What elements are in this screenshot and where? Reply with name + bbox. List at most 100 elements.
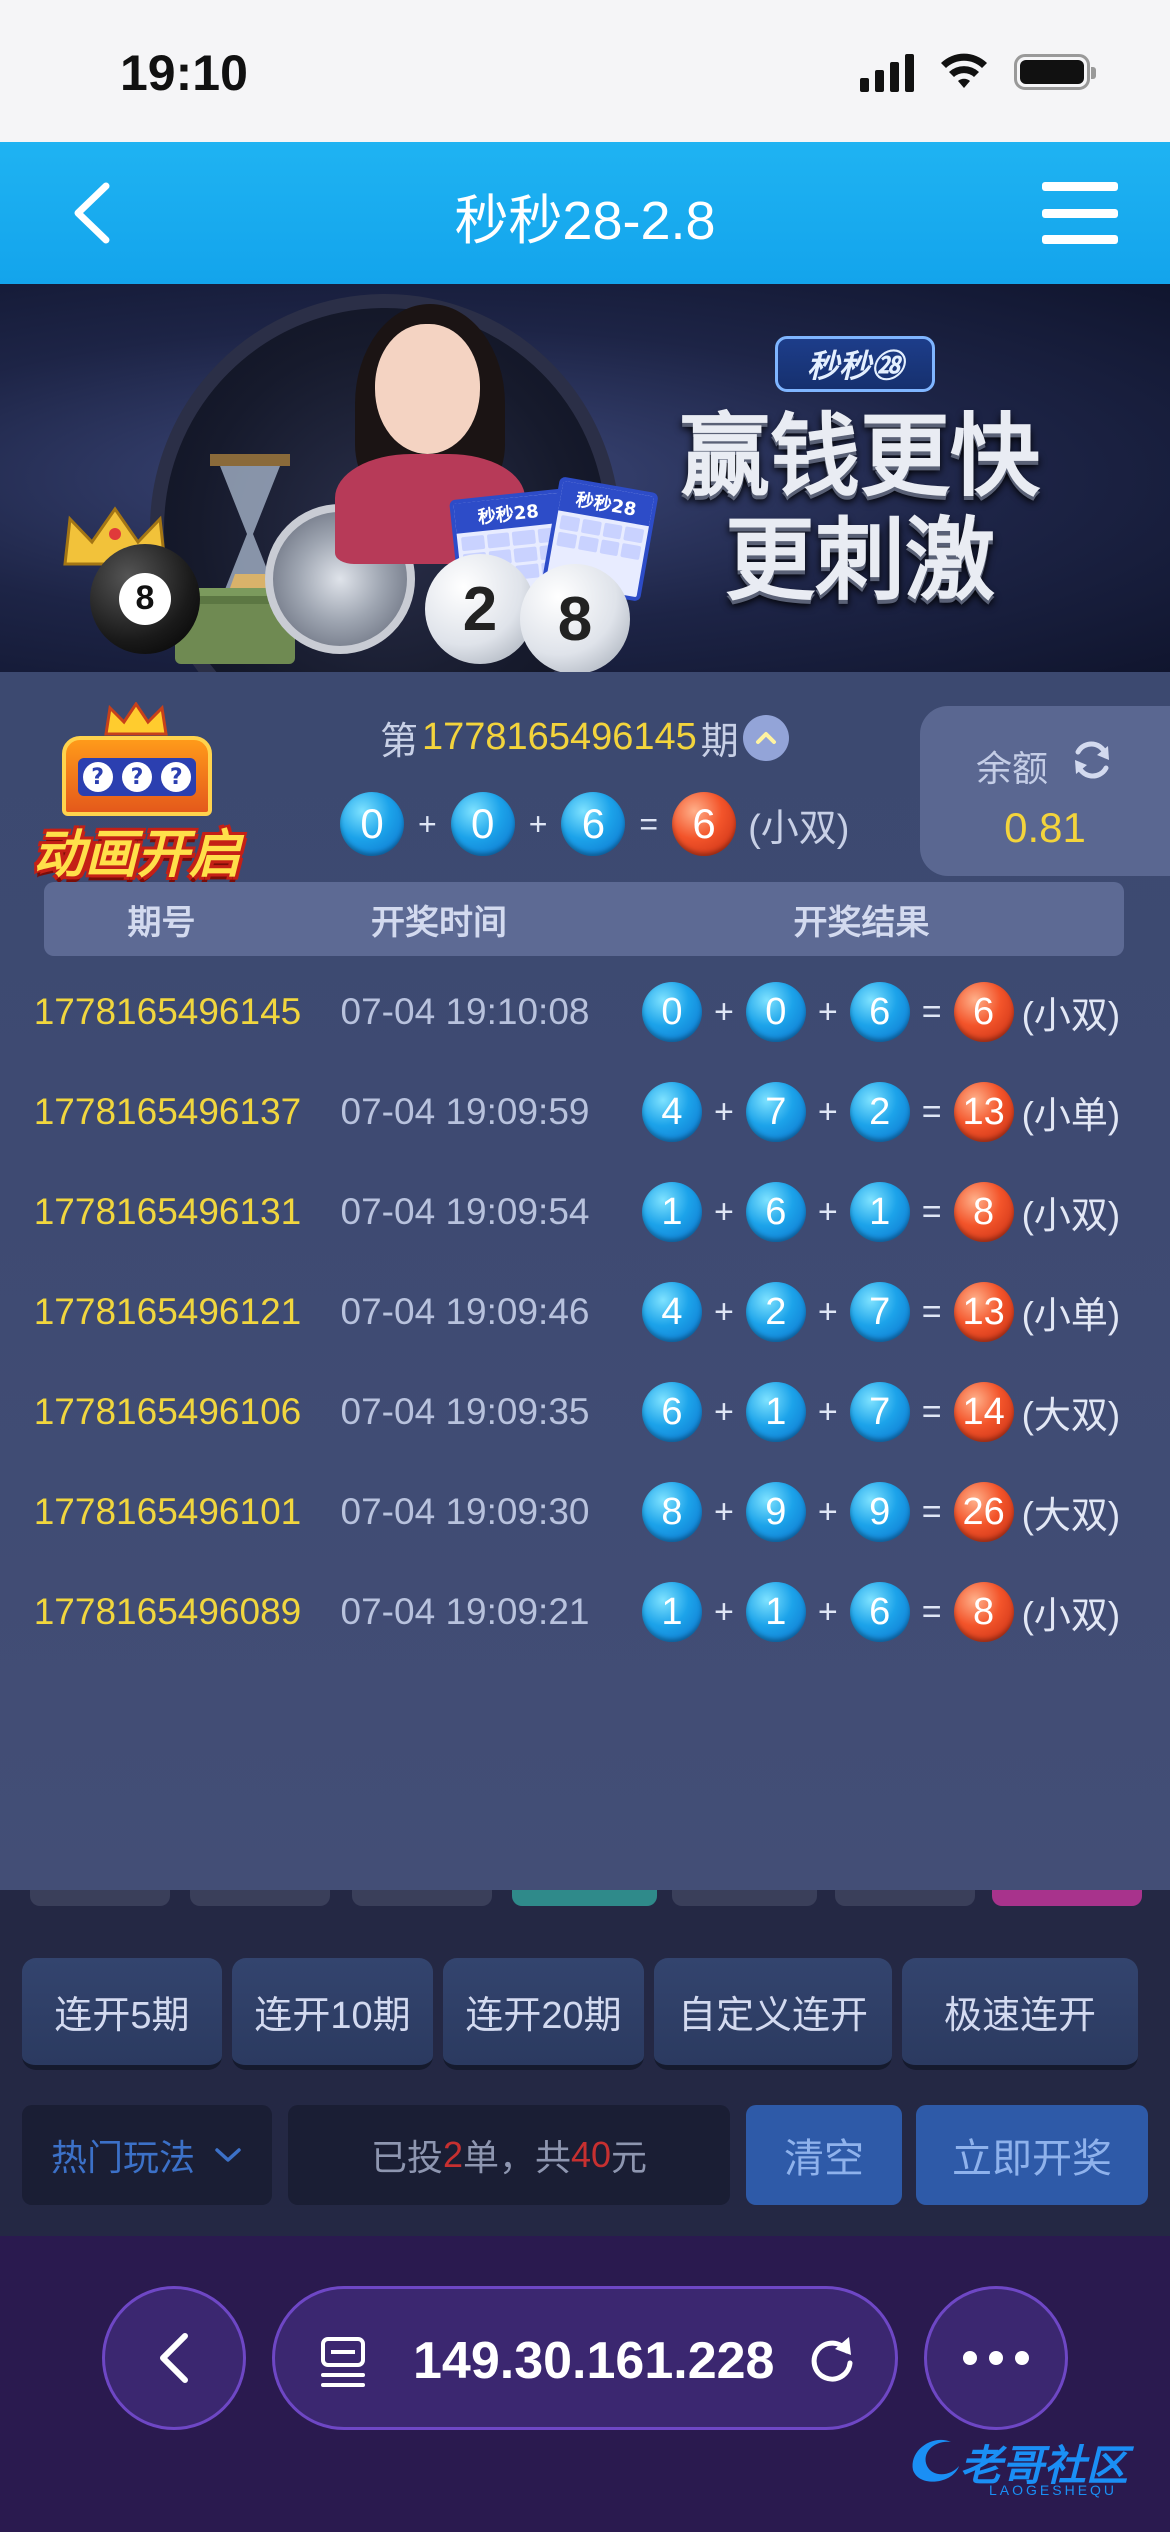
bet-controls: 连开5期 连开10期 连开20期 自定义连开 极速连开 热门玩法 已投 2 单，共 4… bbox=[0, 1890, 1170, 2236]
back-chevron-icon bbox=[160, 2333, 188, 2383]
result-ball: 8 bbox=[642, 1482, 702, 1542]
row-result: 1 +1 +6 = 8 (小双) bbox=[642, 1582, 1120, 1642]
refresh-icon[interactable] bbox=[1068, 736, 1116, 784]
balance-label: 余额 bbox=[976, 748, 1049, 789]
result-ball: 6 bbox=[849, 982, 910, 1042]
row-time: 07-04 19:09:54 bbox=[340, 1191, 590, 1232]
table-row: 1778165496089 07-04 19:09:21 1 +1 +6 = 8 (小双) bbox=[0, 1562, 1170, 1662]
result-tag: (小单) bbox=[1021, 1295, 1121, 1336]
sum-ball: 8 bbox=[953, 1582, 1014, 1642]
hot-play-label: 热门玩法 bbox=[50, 2137, 195, 2178]
result-ball: 1 bbox=[642, 1582, 702, 1642]
balance-box: 余额 0.81 bbox=[920, 706, 1170, 876]
clear-button[interactable]: 清空 bbox=[746, 2105, 902, 2205]
row-result: 4 +2 +7 = 13 (小单) bbox=[642, 1282, 1120, 1342]
animation-toggle-label: 动画开启 bbox=[32, 825, 241, 885]
wifi-icon bbox=[941, 53, 987, 88]
result-ball: 4 bbox=[642, 1082, 702, 1142]
current-period: 第 1778165496145 期 bbox=[380, 710, 789, 765]
reload-icon[interactable] bbox=[803, 2331, 861, 2389]
more-options-button[interactable] bbox=[924, 2286, 1068, 2430]
address-bar[interactable]: 149.30.161.228 bbox=[272, 2286, 898, 2430]
bet-count: 2 bbox=[442, 2134, 463, 2175]
result-tag: (小双) bbox=[748, 807, 850, 850]
table-row: 1778165496106 07-04 19:09:35 6 +1 +7 = 14 (大双) bbox=[0, 1362, 1170, 1462]
page-menu-icon[interactable] bbox=[319, 2333, 375, 2389]
result-ball: 4 bbox=[642, 1282, 702, 1342]
row-result: 4 +7 +2 = 13 (小单) bbox=[642, 1082, 1120, 1142]
result-ball: 9 bbox=[745, 1482, 806, 1542]
row-result: 8 +9 +9 = 26 (大双) bbox=[642, 1482, 1120, 1542]
table-row: 1778165496131 07-04 19:09:54 1 +6 +1 = 8 (小双) bbox=[0, 1162, 1170, 1262]
result-ball: 0 bbox=[450, 792, 515, 856]
result-ball: 1 bbox=[745, 1382, 806, 1442]
current-period-number: 1778165496145 bbox=[422, 716, 697, 758]
result-tag: (小单) bbox=[1021, 1095, 1121, 1136]
result-tag: (大双) bbox=[1021, 1395, 1121, 1436]
dot bbox=[989, 2351, 1003, 2365]
mode-button-5[interactable]: 连开5期 bbox=[22, 1958, 222, 2070]
chevron-down-icon bbox=[215, 2148, 241, 2162]
animation-toggle-button[interactable]: ? ? ? 动画开启 bbox=[22, 702, 252, 885]
chevron-up-icon[interactable] bbox=[742, 714, 789, 761]
result-ball: 6 bbox=[745, 1182, 806, 1242]
battery-icon bbox=[1014, 54, 1096, 90]
table-row: 1778165496137 07-04 19:09:59 4 +7 +2 = 13 (小单) bbox=[0, 1062, 1170, 1162]
sum-ball: 6 bbox=[672, 792, 737, 856]
result-ball: 9 bbox=[849, 1482, 910, 1542]
row-period: 1778165496106 bbox=[33, 1391, 302, 1432]
menu-icon[interactable] bbox=[1042, 182, 1118, 244]
mode-button-custom[interactable]: 自定义连开 bbox=[654, 1958, 892, 2070]
number-ball-image: 8 bbox=[520, 564, 630, 672]
row-time: 07-04 19:09:35 bbox=[340, 1391, 590, 1432]
row-time: 07-04 19:09:21 bbox=[340, 1591, 590, 1632]
row-period: 1778165496121 bbox=[33, 1291, 302, 1332]
sum-ball: 14 bbox=[953, 1382, 1014, 1442]
browser-back-button[interactable] bbox=[102, 2286, 246, 2430]
result-ball: 7 bbox=[849, 1382, 910, 1442]
balance-value: 0.81 bbox=[1004, 804, 1086, 851]
result-ball: 6 bbox=[849, 1582, 910, 1642]
row-result: 0 +0 +6 = 6 (小双) bbox=[642, 982, 1120, 1042]
sum-ball: 26 bbox=[953, 1482, 1014, 1542]
table-row: 1778165496145 07-04 19:10:08 0 +0 +6 = 6 (小双) bbox=[0, 962, 1170, 1062]
dot bbox=[1015, 2351, 1029, 2365]
result-ball: 0 bbox=[642, 982, 702, 1042]
table-row: 1778165496101 07-04 19:09:30 8 +9 +9 = 26 (大双) bbox=[0, 1462, 1170, 1562]
result-ball: 7 bbox=[745, 1082, 806, 1142]
row-period: 1778165496089 bbox=[33, 1591, 302, 1632]
sum-ball: 6 bbox=[953, 982, 1014, 1042]
row-period: 1778165496137 bbox=[33, 1091, 302, 1132]
banner-badge: 秒秒㉘ bbox=[775, 336, 935, 392]
number-ball-image: 2 bbox=[425, 554, 535, 664]
draw-now-button[interactable]: 立即开奖 bbox=[916, 2105, 1148, 2205]
result-tag: (大双) bbox=[1021, 1495, 1121, 1536]
row-time: 07-04 19:09:30 bbox=[340, 1491, 590, 1532]
row-result: 6 +1 +7 = 14 (大双) bbox=[642, 1382, 1120, 1442]
bet-summary: 已投 2 单，共 40 元 bbox=[288, 2105, 730, 2205]
bet-amount: 40 bbox=[571, 2134, 612, 2175]
dot bbox=[963, 2351, 977, 2365]
status-bar: 19:10 bbox=[0, 0, 1170, 142]
row-period: 1778165496131 bbox=[33, 1191, 302, 1232]
result-ball: 0 bbox=[745, 982, 806, 1042]
nav-header: 秒秒28-2.8 bbox=[0, 142, 1170, 284]
mode-button-20[interactable]: 连开20期 bbox=[443, 1958, 644, 2070]
result-ball: 1 bbox=[745, 1582, 806, 1642]
result-ball: 6 bbox=[642, 1382, 702, 1442]
result-tag: (小双) bbox=[1021, 995, 1121, 1036]
results-table: 1778165496145 07-04 19:10:08 0 +0 +6 = 6 (小双) 17… bbox=[0, 962, 1170, 1662]
col-result: 开奖结果 bbox=[793, 903, 930, 942]
mode-button-fast[interactable]: 极速连开 bbox=[902, 1958, 1138, 2070]
result-ball: 7 bbox=[849, 1282, 910, 1342]
crown-icon bbox=[104, 702, 168, 736]
cellular-signal-icon bbox=[860, 52, 914, 92]
promo-banner[interactable]: 8 秒秒28 秒秒28 2 8 秒秒㉘ 赢钱更快 更刺激 bbox=[0, 284, 1170, 672]
hot-play-select[interactable]: 热门玩法 bbox=[22, 2105, 272, 2205]
mode-button-10[interactable]: 连开10期 bbox=[232, 1958, 433, 2070]
dragon-icon bbox=[912, 2439, 959, 2482]
slot-machine-icon: ? ? ? bbox=[62, 736, 212, 816]
current-result: 0 + 0 + 6 = 6 (小双) bbox=[340, 792, 849, 856]
result-ball: 0 bbox=[340, 792, 404, 856]
result-ball: 2 bbox=[745, 1282, 806, 1342]
